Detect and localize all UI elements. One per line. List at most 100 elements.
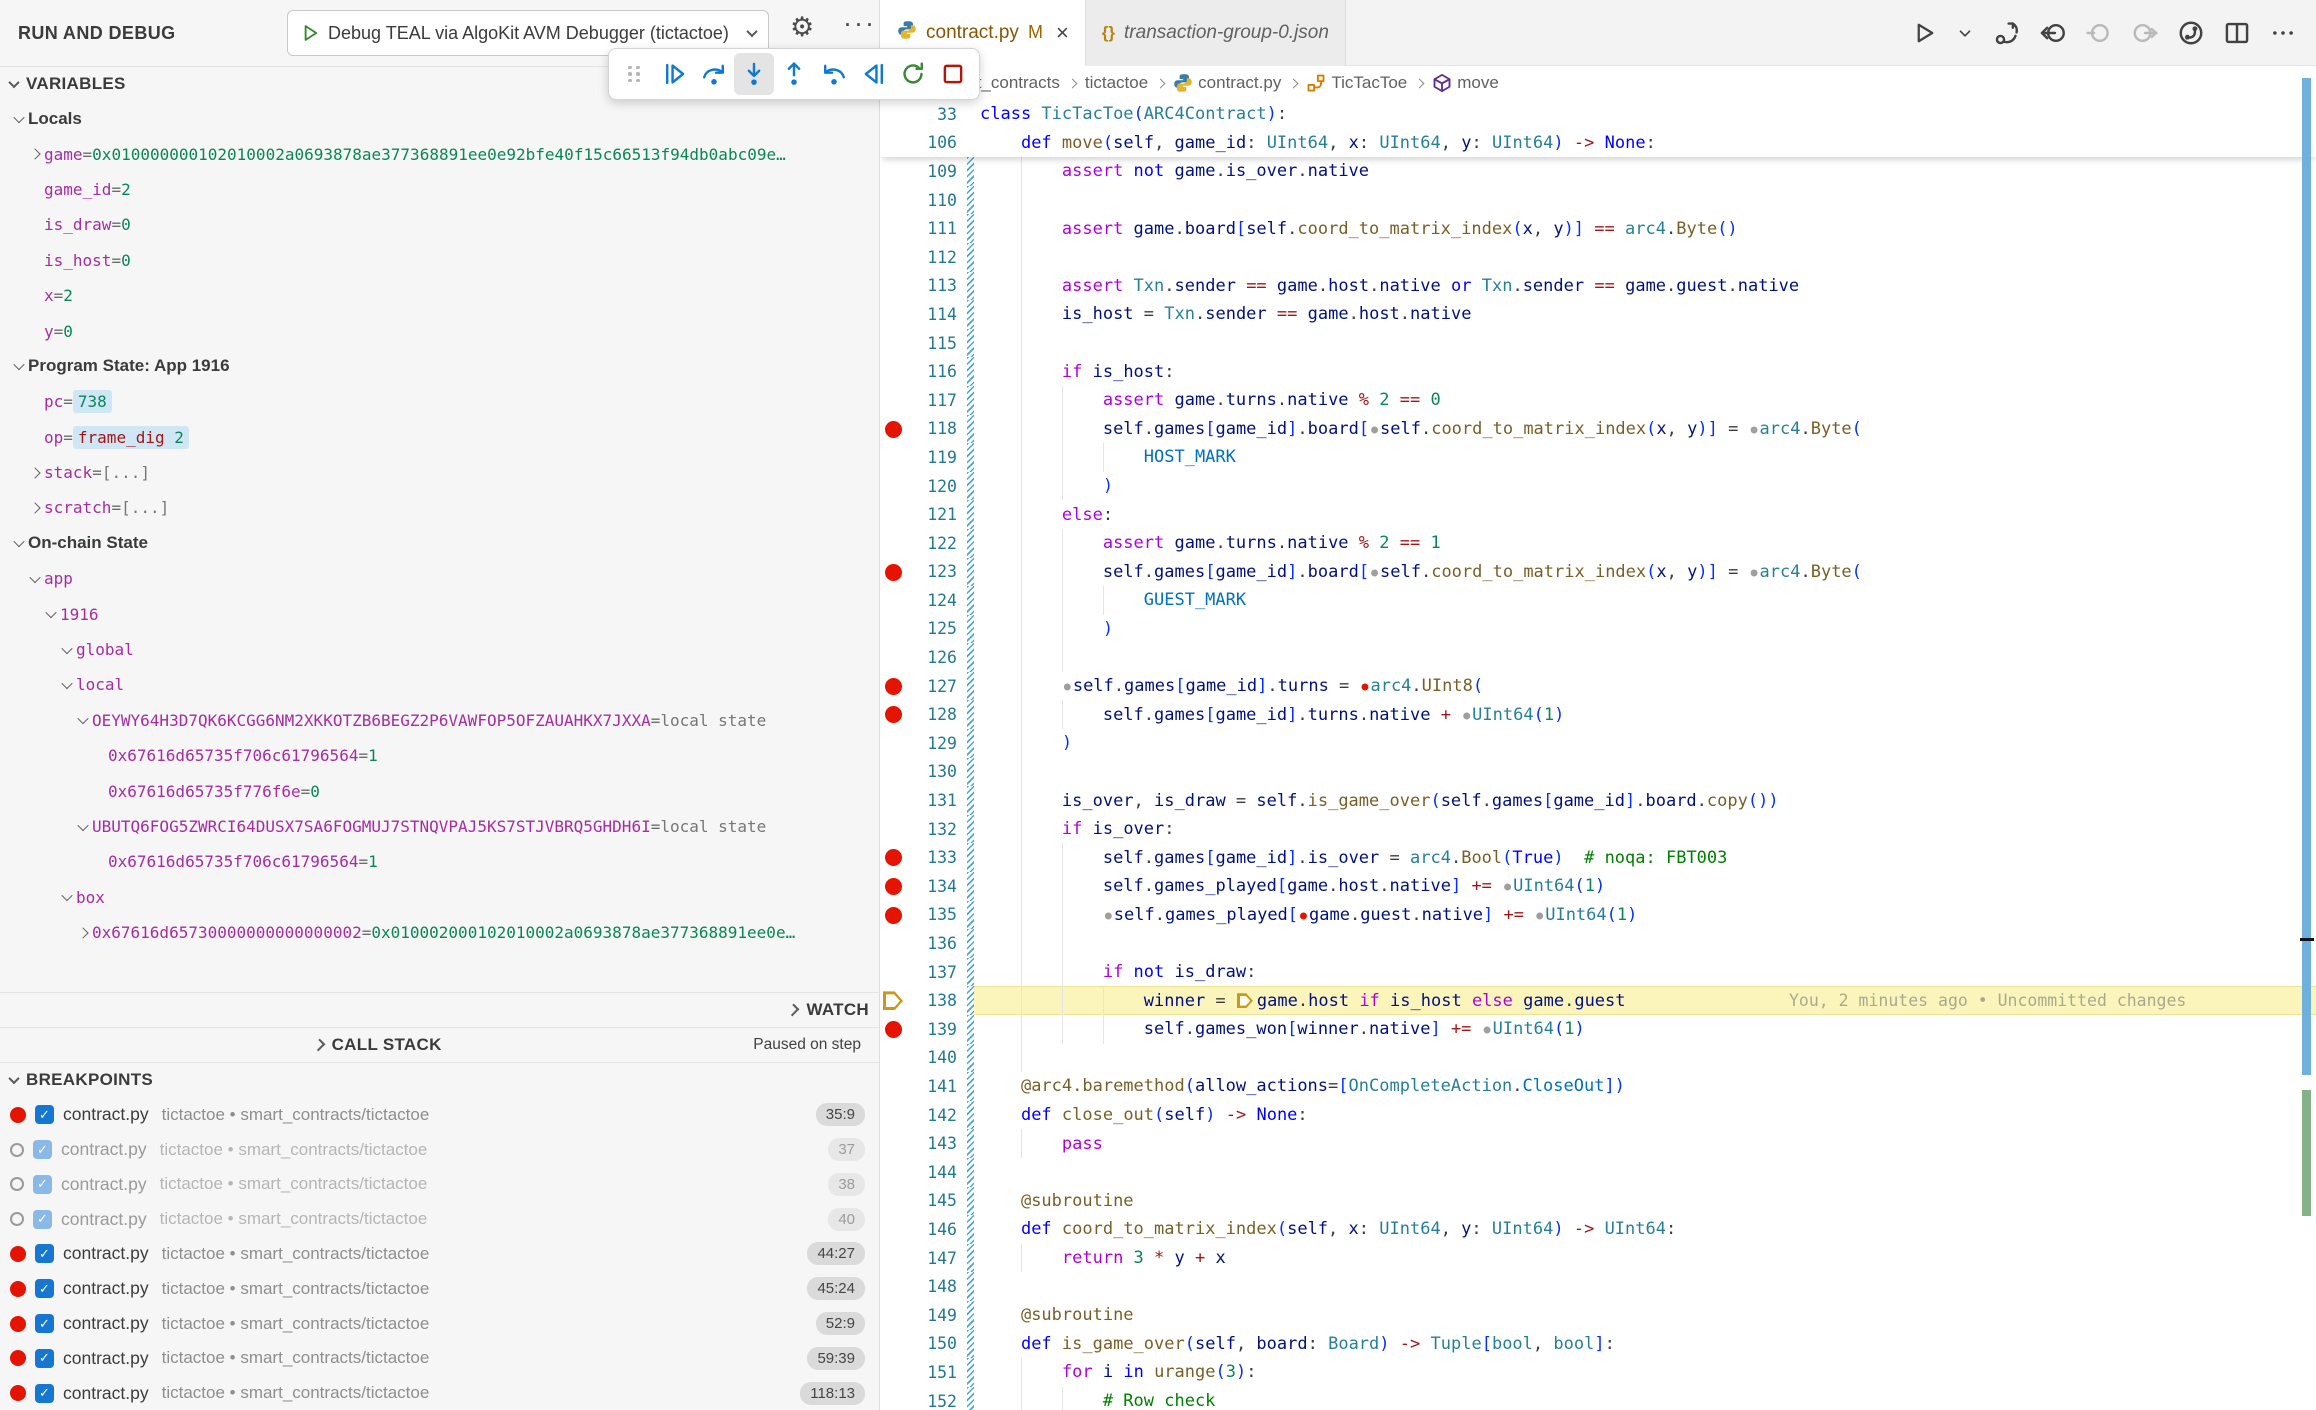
chevron-down-icon[interactable] bbox=[26, 575, 44, 583]
chevron-right-icon[interactable] bbox=[26, 504, 44, 512]
code-line[interactable]: 140 bbox=[881, 1044, 2316, 1073]
code-line[interactable]: 126 bbox=[881, 643, 2316, 672]
run-dropdown-icon[interactable] bbox=[1956, 20, 1974, 46]
code-line[interactable]: 135 ●self.games_played[●game.guest.nativ… bbox=[881, 901, 2316, 930]
line-content[interactable]: @subroutine bbox=[974, 1187, 2316, 1216]
gutter[interactable]: 139 bbox=[881, 1015, 967, 1044]
code-line[interactable]: 113 assert Txn.sender == game.host.nativ… bbox=[881, 272, 2316, 301]
line-content[interactable]: if not is_draw: bbox=[974, 958, 2316, 987]
code-line[interactable]: 116 if is_host: bbox=[881, 357, 2316, 386]
chevron-down-icon[interactable] bbox=[58, 893, 76, 901]
code-line[interactable]: 131 is_over, is_draw = self.is_game_over… bbox=[881, 786, 2316, 815]
more-actions-icon[interactable] bbox=[2270, 20, 2296, 46]
gutter[interactable]: 106 bbox=[881, 129, 967, 158]
variable-row[interactable]: 1916 bbox=[0, 596, 879, 631]
line-content[interactable] bbox=[974, 329, 2316, 358]
more-actions-icon[interactable]: ··· bbox=[843, 8, 876, 39]
breadcrumb-item[interactable]: TicTacToe bbox=[1306, 70, 1407, 96]
code-line[interactable]: 146 def coord_to_matrix_index(self, x: U… bbox=[881, 1215, 2316, 1244]
chevron-down-icon[interactable] bbox=[58, 646, 76, 654]
breakpoint-row[interactable]: ✓contract.pytictactoe • smart_contracts/… bbox=[0, 1132, 879, 1167]
code-line[interactable]: 142 def close_out(self) -> None: bbox=[881, 1101, 2316, 1130]
gutter[interactable]: 137 bbox=[881, 958, 967, 987]
gutter[interactable]: 129 bbox=[881, 729, 967, 758]
step-into-button[interactable] bbox=[734, 53, 774, 95]
code-line[interactable]: 123 self.games[game_id].board[●self.coor… bbox=[881, 558, 2316, 587]
code-line[interactable]: 109 assert not game.is_over.native bbox=[881, 157, 2316, 186]
variable-row[interactable]: app bbox=[0, 561, 879, 596]
gutter[interactable]: 114 bbox=[881, 300, 967, 329]
breakpoint-checkbox[interactable]: ✓ bbox=[33, 1175, 52, 1194]
line-content[interactable]: self.games[game_id].board[●self.coord_to… bbox=[974, 415, 2316, 444]
line-content[interactable]: is_host = Txn.sender == game.host.native bbox=[974, 300, 2316, 329]
gutter[interactable]: 152 bbox=[881, 1387, 967, 1410]
gutter[interactable]: 135 bbox=[881, 901, 967, 930]
gutter[interactable]: 138 bbox=[881, 986, 967, 1015]
variable-row[interactable]: OEYWY64H3D7QK6KCGG6NM2XKKOTZB6BEGZ2P6VAW… bbox=[0, 703, 879, 738]
breakpoint-dot-icon[interactable] bbox=[885, 1021, 902, 1038]
chevron-down-icon[interactable] bbox=[58, 681, 76, 689]
code-line[interactable]: 152 # Row check bbox=[881, 1387, 2316, 1410]
code-line[interactable]: 136 bbox=[881, 929, 2316, 958]
code-line[interactable]: 115 bbox=[881, 329, 2316, 358]
gutter[interactable]: 112 bbox=[881, 243, 967, 272]
breakpoint-dot-icon[interactable] bbox=[885, 706, 902, 723]
gutter[interactable]: 132 bbox=[881, 815, 967, 844]
code-line[interactable]: 137 if not is_draw: bbox=[881, 958, 2316, 987]
chevron-right-icon[interactable] bbox=[26, 150, 44, 158]
gutter[interactable]: 125 bbox=[881, 615, 967, 644]
line-content[interactable]: else: bbox=[974, 500, 2316, 529]
line-content[interactable]: self.games[game_id].board[●self.coord_to… bbox=[974, 558, 2316, 587]
variable-row[interactable]: stack = [...] bbox=[0, 455, 879, 490]
gutter[interactable]: 142 bbox=[881, 1101, 967, 1130]
gutter[interactable]: 144 bbox=[881, 1158, 967, 1187]
code-line[interactable]: 119 HOST_MARK bbox=[881, 443, 2316, 472]
gutter[interactable]: 146 bbox=[881, 1215, 967, 1244]
gutter[interactable]: 117 bbox=[881, 386, 967, 415]
chevron-down-icon[interactable] bbox=[10, 539, 28, 547]
step-out-button[interactable] bbox=[774, 53, 814, 95]
line-content[interactable]: def coord_to_matrix_index(self, x: UInt6… bbox=[974, 1215, 2316, 1244]
gutter[interactable]: 127 bbox=[881, 672, 967, 701]
variable-row[interactable]: game_id = 2 bbox=[0, 172, 879, 207]
code-line[interactable]: 121 else: bbox=[881, 500, 2316, 529]
code-line[interactable]: 141 @arc4.baremethod(allow_actions=[OnCo… bbox=[881, 1072, 2316, 1101]
breakpoint-dot-icon[interactable] bbox=[885, 678, 902, 695]
line-content[interactable]: assert not game.is_over.native bbox=[974, 157, 2316, 186]
breadcrumb-item[interactable]: tictactoe bbox=[1085, 73, 1148, 93]
chevron-right-icon[interactable] bbox=[26, 469, 44, 477]
code-line[interactable]: 150 def is_game_over(self, board: Board)… bbox=[881, 1330, 2316, 1359]
reverse-continue-button[interactable] bbox=[854, 53, 894, 95]
gutter[interactable]: 122 bbox=[881, 529, 967, 558]
line-content[interactable]: @arc4.baremethod(allow_actions=[OnComple… bbox=[974, 1072, 2316, 1101]
source-control-graph-icon[interactable] bbox=[2178, 20, 2204, 46]
stop-button[interactable] bbox=[933, 53, 973, 95]
line-content[interactable]: winner = game.host if is_host else game.… bbox=[974, 986, 2316, 1015]
gutter[interactable]: 151 bbox=[881, 1358, 967, 1387]
variable-row[interactable]: local bbox=[0, 667, 879, 702]
code-line[interactable]: 120 ) bbox=[881, 472, 2316, 501]
code-line[interactable]: 143 pass bbox=[881, 1129, 2316, 1158]
breakpoint-checkbox[interactable]: ✓ bbox=[35, 1279, 54, 1298]
gutter[interactable]: 123 bbox=[881, 558, 967, 587]
gutter[interactable]: 147 bbox=[881, 1244, 967, 1273]
variable-row[interactable]: 0x67616d65735f776f6e = 0 bbox=[0, 773, 879, 808]
variable-row[interactable]: game = 0x010000000102010002a0693878ae377… bbox=[0, 136, 879, 171]
line-content[interactable] bbox=[974, 643, 2316, 672]
variable-row[interactable]: scratch = [...] bbox=[0, 490, 879, 525]
gutter[interactable]: 33 bbox=[881, 100, 967, 129]
variable-row[interactable]: 0x67616d65730000000000000002 = 0x0100020… bbox=[0, 915, 879, 950]
chevron-down-icon[interactable] bbox=[10, 362, 28, 370]
chevron-down-icon[interactable] bbox=[74, 716, 92, 724]
gutter[interactable]: 145 bbox=[881, 1187, 967, 1216]
gutter[interactable]: 128 bbox=[881, 700, 967, 729]
variable-row[interactable]: UBUTQ6FOG5ZWRCI64DUSX7SA6FOGMUJ7STNQVPAJ… bbox=[0, 809, 879, 844]
code-line[interactable]: 145 @subroutine bbox=[881, 1187, 2316, 1216]
gutter[interactable]: 148 bbox=[881, 1272, 967, 1301]
variable-row[interactable]: y = 0 bbox=[0, 313, 879, 348]
code-line[interactable]: 139 self.games_won[winner.native] += ●UI… bbox=[881, 1015, 2316, 1044]
gutter[interactable]: 124 bbox=[881, 586, 967, 615]
step-back-button[interactable] bbox=[814, 53, 854, 95]
line-content[interactable]: @subroutine bbox=[974, 1301, 2316, 1330]
code-line[interactable]: 114 is_host = Txn.sender == game.host.na… bbox=[881, 300, 2316, 329]
